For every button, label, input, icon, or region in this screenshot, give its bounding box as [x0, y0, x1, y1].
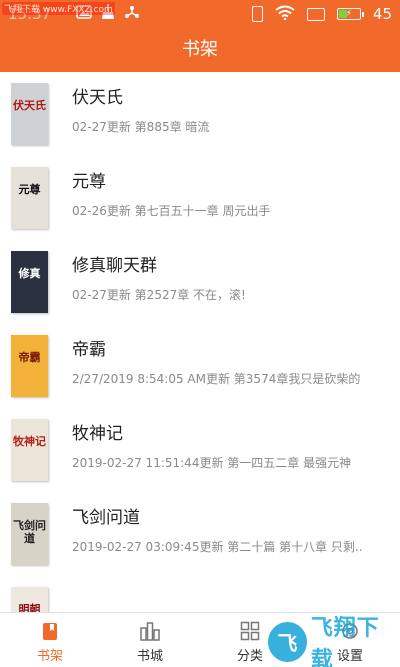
- battery-level: 45: [372, 5, 392, 23]
- book-update-info: 02-26更新 第七百五十一章 周元出手: [72, 204, 271, 218]
- status-bar: 15:37 飞翔下载 www.FXXZ.com ⚡ 45: [0, 0, 400, 28]
- book-cover-text: 帝霸: [18, 351, 41, 364]
- book-meta: 帝霸 2/27/2019 8:54:05 AM更新 第3574章我只是砍柴的: [72, 340, 400, 387]
- book-list-item[interactable]: 修真 修真聊天群 02-27更新 第2527章 不在，滚!: [0, 240, 400, 324]
- wifi-icon: [275, 5, 295, 24]
- book-update-info: 2019-02-27 11:51:44更新 第一四五二章 最强元神: [72, 456, 352, 470]
- book-list-item[interactable]: 牧神记 牧神记 2019-02-27 11:51:44更新 第一四五二章 最强元神: [0, 408, 400, 492]
- book-update-info: 2019-02-27 03:09:45更新 第二十篇 第十八章 只剩..: [72, 540, 363, 554]
- book-update-info: 02-27更新 第2527章 不在，滚!: [72, 288, 246, 302]
- book-cover: 修真: [11, 251, 48, 313]
- book-update-info: 2/27/2019 8:54:05 AM更新 第3574章我只是砍柴的: [72, 372, 361, 386]
- grid-icon: [240, 620, 260, 642]
- book-cover-text: 修真: [18, 267, 41, 280]
- book-cover-text: 飞剑问道: [13, 519, 46, 545]
- book-list-item[interactable]: 飞剑问道 飞剑问道 2019-02-27 03:09:45更新 第二十篇 第十八章 …: [0, 492, 400, 576]
- book-title: 飞剑问道: [72, 508, 140, 528]
- book-title: 伏天氏: [72, 88, 123, 108]
- book-cover: 牧神记: [11, 419, 48, 481]
- book-meta: 牧神记 2019-02-27 11:51:44更新 第一四五二章 最强元神: [72, 424, 400, 471]
- book-list-item[interactable]: 伏天氏 伏天氏 02-27更新 第885章 暗流: [0, 72, 400, 156]
- book-cover: 飞剑问道: [11, 503, 48, 565]
- book-meta: 飞剑问道 2019-02-27 03:09:45更新 第二十篇 第十八章 只剩..: [72, 508, 400, 555]
- site-watermark: 飞 飞翔下载: [268, 616, 400, 667]
- book-meta: 元尊 02-26更新 第七百五十一章 周元出手: [72, 172, 400, 219]
- tab-label: 书城: [136, 649, 163, 664]
- title-bar: 书架: [0, 28, 400, 72]
- tab-label: 书架: [36, 649, 63, 664]
- book-title: 牧神记: [72, 424, 123, 444]
- book-title: 修真聊天群: [72, 256, 157, 276]
- book-list-item[interactable]: 元尊 元尊 02-26更新 第七百五十一章 周元出手: [0, 156, 400, 240]
- book-cover-text: 伏天氏: [13, 99, 46, 112]
- book-cover: 明朝: [11, 587, 48, 612]
- book-update-info: 02-27更新 第885章 暗流: [72, 120, 210, 134]
- tab-label: 分类: [236, 649, 263, 664]
- book-cover: 帝霸: [11, 335, 48, 397]
- book-title: 元尊: [72, 172, 106, 192]
- share-icon: [124, 4, 140, 24]
- message-icon: [306, 7, 325, 21]
- vibrate-icon: [251, 6, 263, 22]
- bookmark-icon: [42, 620, 58, 642]
- watermark-text: 飞翔下载 www.FXXZ.com: [2, 2, 115, 15]
- bookshelf-list: 伏天氏 伏天氏 02-27更新 第885章 暗流 元尊 元尊 02-26更新 第七百五十一…: [0, 72, 400, 612]
- book-meta: 修真聊天群 02-27更新 第2527章 不在，滚!: [72, 256, 400, 303]
- logo-icon: 飞: [268, 621, 307, 662]
- page-title: 书架: [182, 39, 218, 60]
- bars-icon: [139, 620, 161, 642]
- book-meta: 伏天氏 02-27更新 第885章 暗流: [72, 88, 400, 135]
- watermark-label: 飞翔下载: [310, 615, 380, 667]
- book-title: 帝霸: [72, 340, 106, 360]
- battery-icon: ⚡: [336, 8, 364, 20]
- tab-bookshelf[interactable]: 书架: [0, 613, 100, 667]
- book-cover-text: 元尊: [18, 183, 41, 196]
- book-cover-text: 牧神记: [13, 435, 46, 448]
- book-cover: 元尊: [11, 167, 48, 229]
- book-cover-text: 明朝: [18, 603, 41, 612]
- book-list-item[interactable]: 明朝明朝败家子: [0, 576, 400, 612]
- book-list-item[interactable]: 帝霸 帝霸 2/27/2019 8:54:05 AM更新 第3574章我只是砍柴的: [0, 324, 400, 408]
- book-cover: 伏天氏: [11, 83, 48, 145]
- tab-bookstore[interactable]: 书城: [100, 613, 200, 667]
